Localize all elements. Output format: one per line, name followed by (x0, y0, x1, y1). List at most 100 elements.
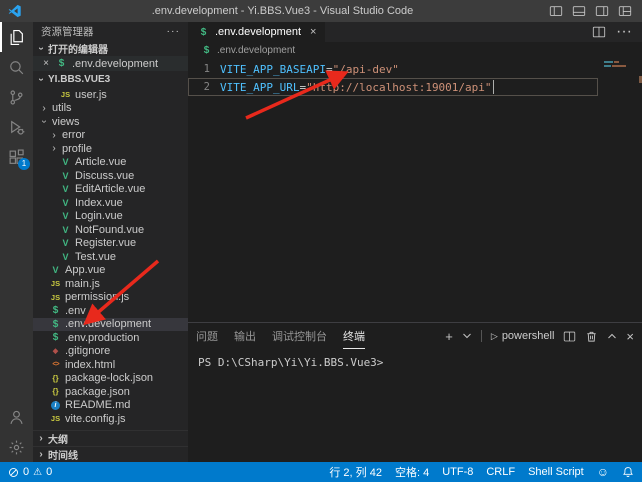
env-file-icon: $ (200, 45, 213, 56)
kill-terminal-trash-icon[interactable] (585, 330, 598, 343)
panel-tab-输出[interactable]: 输出 (234, 323, 256, 349)
tree-item-Login.vue[interactable]: VLogin.vue (33, 210, 188, 224)
tree-item-package-lock.json[interactable]: {}package-lock.json (33, 372, 188, 386)
new-terminal-icon[interactable]: + (445, 329, 453, 344)
customize-layout-icon[interactable] (618, 4, 632, 18)
js-file-icon: JS (49, 279, 62, 288)
tree-item-Index.vue[interactable]: VIndex.vue (33, 196, 188, 210)
chevron-expanded-icon: › (36, 43, 47, 53)
explorer-icon[interactable] (0, 22, 33, 52)
tree-item-Register.vue[interactable]: VRegister.vue (33, 237, 188, 251)
editor-more-actions-icon[interactable]: ··· (616, 23, 632, 41)
chevron-expanded-icon: › (39, 117, 50, 127)
js-file-icon: JS (49, 414, 62, 423)
open-editor-item[interactable]: × $ .env.development (33, 56, 188, 71)
tree-item-profile[interactable]: ›profile (33, 142, 188, 156)
tree-item-utils[interactable]: ›utils (33, 102, 188, 116)
tree-item-.env.development[interactable]: $.env.development (33, 318, 188, 332)
source-control-icon[interactable] (0, 82, 33, 112)
cursor-position-status[interactable]: 行 2, 列 42 (329, 464, 382, 480)
code-editor[interactable]: 1VITE_APP_BASEAPI="/api-dev"2VITE_APP_UR… (188, 58, 642, 322)
close-icon[interactable]: × (41, 58, 51, 69)
extensions-icon[interactable]: 1 (0, 142, 33, 172)
search-icon[interactable] (0, 52, 33, 82)
file-name: .gitignore (65, 345, 110, 357)
vue-file-icon: V (59, 157, 72, 167)
panel-tab-问题[interactable]: 问题 (196, 323, 218, 349)
tree-item-user.js[interactable]: JSuser.js (33, 88, 188, 102)
token-str: "/api-dev" (333, 63, 399, 76)
encoding-status[interactable]: UTF-8 (442, 466, 473, 478)
run-debug-icon[interactable] (0, 112, 33, 142)
tree-item-EditArticle.vue[interactable]: VEditArticle.vue (33, 183, 188, 197)
tree-item-index.html[interactable]: <>index.html (33, 358, 188, 372)
vue-file-icon: V (59, 252, 72, 262)
tree-item-.env.production[interactable]: $.env.production (33, 331, 188, 345)
close-icon[interactable]: × (310, 26, 316, 38)
problems-status[interactable]: 0 ⚠ 0 (8, 466, 52, 478)
tree-item-App.vue[interactable]: VApp.vue (33, 264, 188, 278)
js-file-icon: JS (59, 90, 72, 99)
vscode-window: .env.development - Yi.BBS.Vue3 - Visual … (0, 0, 642, 482)
section-大纲[interactable]: ›大纲 (33, 430, 188, 446)
vue-file-icon: V (59, 225, 72, 235)
chevron-expanded-icon: › (36, 75, 47, 85)
project-name-label: YI.BBS.VUE3 (48, 74, 110, 85)
terminal-dropdown-chevron-icon[interactable] (462, 331, 472, 341)
tree-item-NotFound.vue[interactable]: VNotFound.vue (33, 223, 188, 237)
tab-env-development[interactable]: $ .env.development × (188, 22, 326, 42)
tree-item-error[interactable]: ›error (33, 129, 188, 143)
toggle-sidebar-icon[interactable] (549, 4, 563, 18)
tree-item-Article.vue[interactable]: VArticle.vue (33, 156, 188, 170)
bottom-panel: 问题输出调试控制台终端 + ▷ powershell × (188, 322, 642, 462)
feedback-smiley-icon[interactable]: ☺ (597, 465, 609, 479)
file-name: user.js (75, 89, 107, 101)
panel-tab-终端[interactable]: 终端 (343, 323, 365, 349)
section-时间线[interactable]: ›时间线 (33, 446, 188, 462)
window-title: .env.development - Yi.BBS.Vue3 - Visual … (22, 5, 543, 17)
tab-label: .env.development (215, 26, 301, 38)
vue-file-icon: V (59, 198, 72, 208)
toggle-panel-icon[interactable] (572, 4, 586, 18)
panel-tab-调试控制台[interactable]: 调试控制台 (272, 323, 327, 349)
split-editor-icon[interactable] (592, 25, 606, 39)
notifications-bell-icon[interactable] (622, 466, 634, 478)
tree-item-Discuss.vue[interactable]: VDiscuss.vue (33, 169, 188, 183)
tree-item-permission.js[interactable]: JSpermission.js (33, 291, 188, 305)
terminal-output[interactable]: PS D:\CSharp\Yi\Yi.BBS.Vue3> (188, 349, 642, 462)
toggle-secondary-sidebar-icon[interactable] (595, 4, 609, 18)
chevron-collapsed-icon: › (36, 433, 46, 444)
status-bar-right: 行 2, 列 42 空格: 4 UTF-8 CRLF Shell Script … (329, 464, 634, 480)
line-number: 2 (190, 81, 210, 93)
language-mode-status[interactable]: Shell Script (528, 466, 584, 478)
split-terminal-icon[interactable] (563, 330, 576, 343)
account-icon[interactable] (0, 402, 33, 432)
settings-gear-icon[interactable] (0, 432, 33, 462)
breadcrumb[interactable]: $ .env.development (188, 42, 642, 58)
breadcrumb-item: .env.development (217, 45, 295, 56)
code-line-2[interactable]: 2VITE_APP_URL="http://localhost:19001/ap… (188, 78, 642, 96)
open-editors-header[interactable]: › 打开的编辑器 (33, 40, 188, 56)
close-panel-icon[interactable]: × (626, 329, 634, 344)
status-bar: 0 ⚠ 0 行 2, 列 42 空格: 4 UTF-8 CRLF Shell S… (0, 462, 642, 482)
tree-item-main.js[interactable]: JSmain.js (33, 277, 188, 291)
tree-item-README.md[interactable]: iREADME.md (33, 399, 188, 413)
explorer-more-actions-icon[interactable]: ··· (167, 25, 181, 37)
code-line-1[interactable]: 1VITE_APP_BASEAPI="/api-dev" (188, 60, 642, 78)
tree-item-package.json[interactable]: {}package.json (33, 385, 188, 399)
terminal-instance-powershell[interactable]: ▷ powershell (491, 330, 555, 342)
tree-item-.env[interactable]: $.env (33, 304, 188, 318)
vue-file-icon: V (49, 265, 62, 275)
vscode-logo-icon (8, 4, 22, 18)
maximize-panel-icon[interactable] (607, 331, 617, 341)
project-section-header[interactable]: › YI.BBS.VUE3 (33, 71, 188, 88)
vue-file-icon: V (59, 211, 72, 221)
indentation-status[interactable]: 空格: 4 (395, 464, 429, 480)
minimap-mark (614, 61, 619, 63)
eol-status[interactable]: CRLF (486, 466, 515, 478)
minimap[interactable] (602, 58, 642, 322)
tree-item-.gitignore[interactable]: ◆.gitignore (33, 345, 188, 359)
tree-item-views[interactable]: ›views (33, 115, 188, 129)
tree-item-Test.vue[interactable]: VTest.vue (33, 250, 188, 264)
tree-item-vite.config.js[interactable]: JSvite.config.js (33, 412, 188, 426)
